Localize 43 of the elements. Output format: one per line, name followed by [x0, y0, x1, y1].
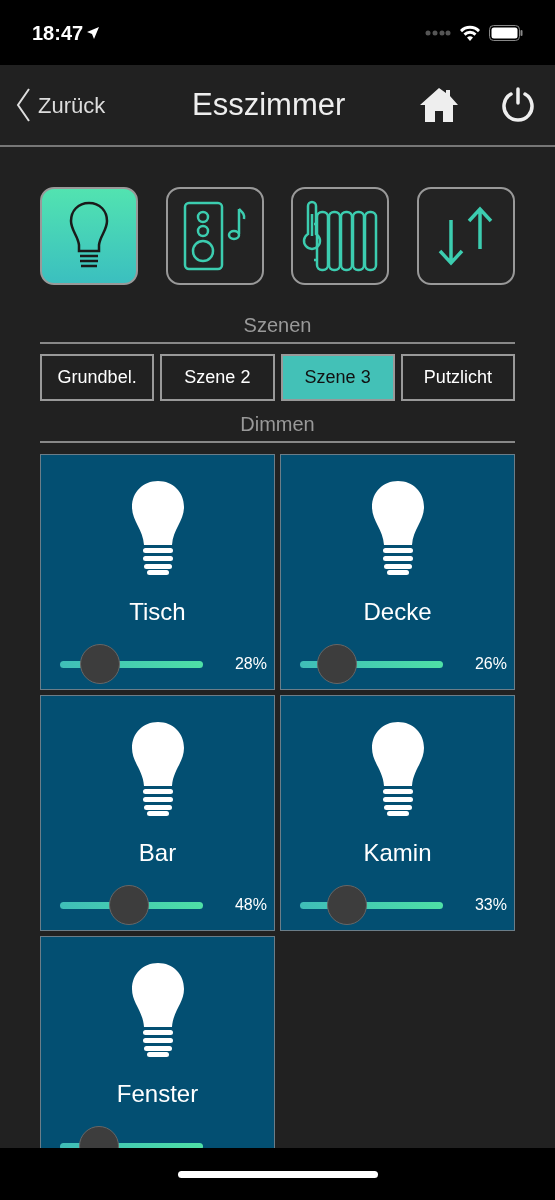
scene-button[interactable]: Grundbel.: [40, 354, 155, 401]
light-bulb-icon: [371, 722, 424, 816]
chevron-left-icon: [16, 88, 30, 122]
speaker-music-icon: [181, 201, 248, 271]
battery-icon: [489, 24, 523, 41]
section-heading: Dimmen: [239, 412, 316, 437]
dimmer-percent: 26%: [474, 654, 507, 674]
home-icon[interactable]: [420, 88, 458, 122]
slider-thumb[interactable]: [317, 644, 358, 684]
dimmer-slider[interactable]: [60, 885, 203, 925]
slider-thumb[interactable]: [108, 885, 149, 925]
power-icon[interactable]: [500, 87, 536, 123]
light-bulb-icon: [131, 481, 184, 575]
light-bulb-icon: [371, 481, 424, 575]
dimmer-percent: 28%: [234, 654, 267, 674]
dimmer-percent: 33%: [474, 895, 507, 915]
scene-button[interactable]: Szene 2: [160, 354, 275, 401]
dimmer-slider[interactable]: [60, 644, 203, 684]
light-name: Decke: [363, 597, 432, 627]
category-button[interactable]: [165, 187, 264, 285]
dimmer-percent: 48%: [234, 895, 267, 915]
scene-button[interactable]: Putzlicht: [400, 354, 515, 401]
page-title: Esszimmer: [192, 85, 346, 124]
slider-thumb[interactable]: [327, 885, 368, 925]
light-name: Fenster: [116, 1079, 199, 1109]
signal-dots-icon: [425, 29, 451, 36]
category-button[interactable]: [416, 187, 515, 285]
category-button[interactable]: [291, 187, 390, 285]
scene-button[interactable]: Szene 3: [280, 354, 395, 401]
dimmer-slider[interactable]: [300, 885, 443, 925]
clock-time: 18:47: [32, 20, 84, 46]
location-arrow-icon: [87, 26, 100, 39]
light-name: Bar: [138, 838, 177, 868]
light-bulb-icon: [131, 963, 184, 1057]
category-button[interactable]: [40, 187, 138, 285]
slider-thumb[interactable]: [80, 644, 121, 684]
back-button[interactable]: Zurück: [16, 88, 106, 122]
light-name: Kamin: [363, 838, 432, 868]
section-heading: Szenen: [242, 313, 313, 338]
wifi-icon: [459, 24, 481, 41]
dimmer-slider[interactable]: [300, 644, 443, 684]
light-bulb-icon: [131, 722, 184, 816]
light-name: Tisch: [129, 597, 186, 627]
